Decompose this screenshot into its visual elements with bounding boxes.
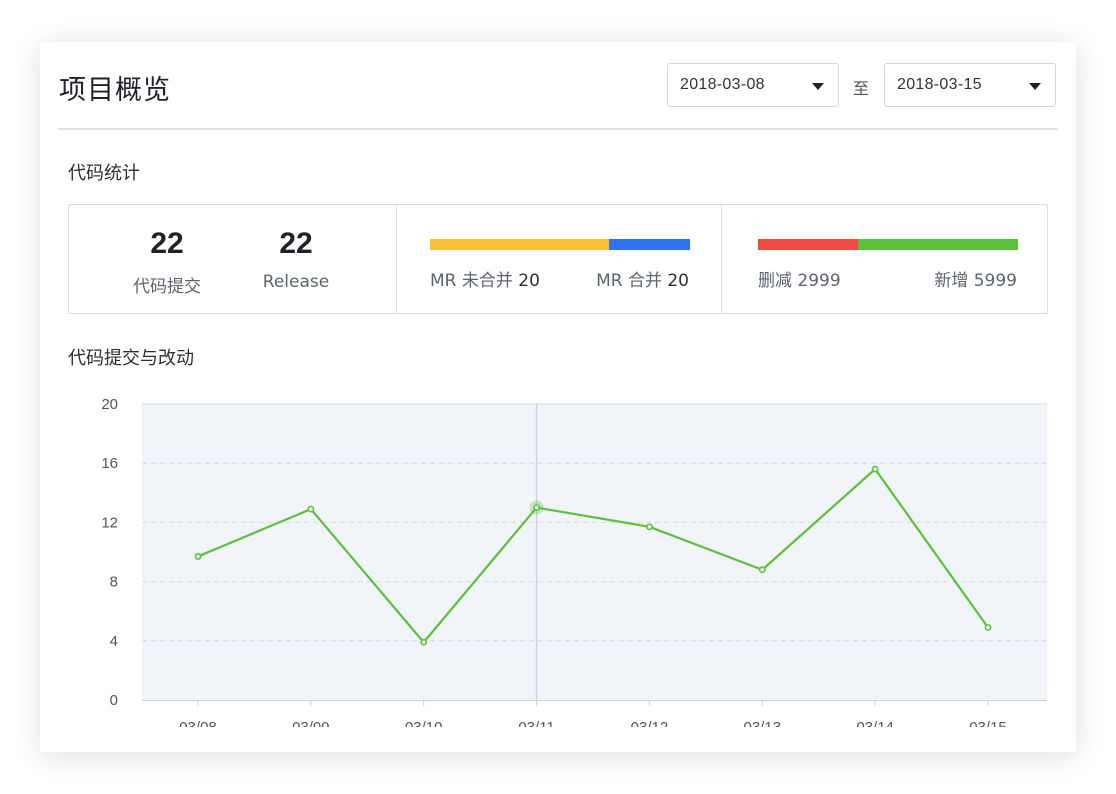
lines-added-label: 新增 bbox=[934, 271, 969, 291]
mr-unmerged-label: MR 未合并 bbox=[430, 271, 513, 291]
end-date-value: 2018-03-15 bbox=[897, 76, 982, 93]
commit-count-label: 代码提交 bbox=[133, 277, 201, 297]
mr-unmerged-bar bbox=[430, 239, 609, 250]
code-stats-panel: 22 代码提交 22 Release MR 未合并 20 MR 合并 20 删减… bbox=[68, 204, 1048, 314]
header-divider bbox=[58, 128, 1058, 130]
lines-deleted-value: 2999 bbox=[797, 271, 841, 291]
y-tick-label: 12 bbox=[101, 514, 118, 531]
chevron-down-icon bbox=[1029, 83, 1041, 90]
lines-added-value: 5999 bbox=[973, 271, 1017, 291]
mr-merged-bar bbox=[609, 239, 690, 250]
chevron-down-icon bbox=[812, 83, 824, 90]
date-range-separator: 至 bbox=[853, 79, 870, 98]
plot-area bbox=[142, 404, 1047, 700]
data-point bbox=[758, 566, 766, 574]
x-tick-label: 03/12 bbox=[631, 719, 669, 727]
start-date-value: 2018-03-08 bbox=[680, 76, 765, 93]
data-point bbox=[871, 465, 879, 473]
x-tick-label: 03/11 bbox=[518, 719, 554, 727]
lines-deleted-label: 删减 bbox=[758, 271, 792, 291]
y-tick-label: 8 bbox=[110, 574, 118, 591]
x-tick-label: 03/13 bbox=[744, 719, 782, 727]
mr-merged-value: 20 bbox=[667, 271, 689, 291]
end-date-select[interactable]: 2018-03-15 bbox=[884, 63, 1056, 107]
data-point bbox=[420, 638, 428, 646]
stats-divider bbox=[396, 205, 397, 313]
lines-added-stat: 新增 5999 bbox=[934, 266, 1017, 291]
x-tick-label: 03/15 bbox=[969, 719, 1007, 727]
data-point bbox=[194, 553, 202, 560]
x-tick-label: 03/08 bbox=[179, 719, 217, 727]
lines-deleted-stat: 删减 2999 bbox=[758, 266, 841, 291]
data-point bbox=[984, 624, 992, 631]
mr-merged-label: MR 合并 bbox=[596, 271, 662, 291]
code-stats-title: 代码统计 bbox=[68, 163, 140, 184]
x-tick-label: 03/14 bbox=[856, 719, 894, 727]
commits-line-chart: 0 4 8 12 16 20 03/08 03/09 03/10 03/11 03/12 03/13 0… bbox=[101, 396, 1047, 727]
start-date-select[interactable]: 2018-03-08 bbox=[667, 63, 839, 107]
y-tick-label: 16 bbox=[101, 455, 118, 472]
release-count: 22 bbox=[279, 227, 313, 260]
stats-divider bbox=[721, 205, 722, 313]
chart-section-title: 代码提交与改动 bbox=[68, 348, 194, 369]
release-count-label: Release bbox=[262, 272, 330, 292]
mr-unmerged-value: 20 bbox=[518, 271, 540, 291]
page-title: 项目概览 bbox=[59, 75, 171, 106]
lines-deleted-bar bbox=[758, 239, 858, 250]
lines-added-bar bbox=[858, 239, 1018, 250]
x-tick-label: 03/09 bbox=[292, 719, 330, 727]
project-overview-card: 项目概览 2018-03-08 至 2018-03-15 代码统计 22 代码提… bbox=[40, 42, 1076, 752]
mr-merged-stat: MR 合并 20 bbox=[596, 266, 689, 291]
mr-unmerged-stat: MR 未合并 20 bbox=[430, 266, 540, 291]
data-point bbox=[307, 505, 315, 513]
data-point bbox=[533, 504, 540, 511]
x-tick-label: 03/10 bbox=[405, 719, 443, 727]
y-tick-label: 20 bbox=[101, 396, 118, 413]
y-tick-label: 4 bbox=[110, 633, 118, 650]
y-tick-label: 0 bbox=[110, 692, 118, 709]
commit-count: 22 bbox=[150, 227, 184, 260]
data-point bbox=[646, 523, 653, 531]
